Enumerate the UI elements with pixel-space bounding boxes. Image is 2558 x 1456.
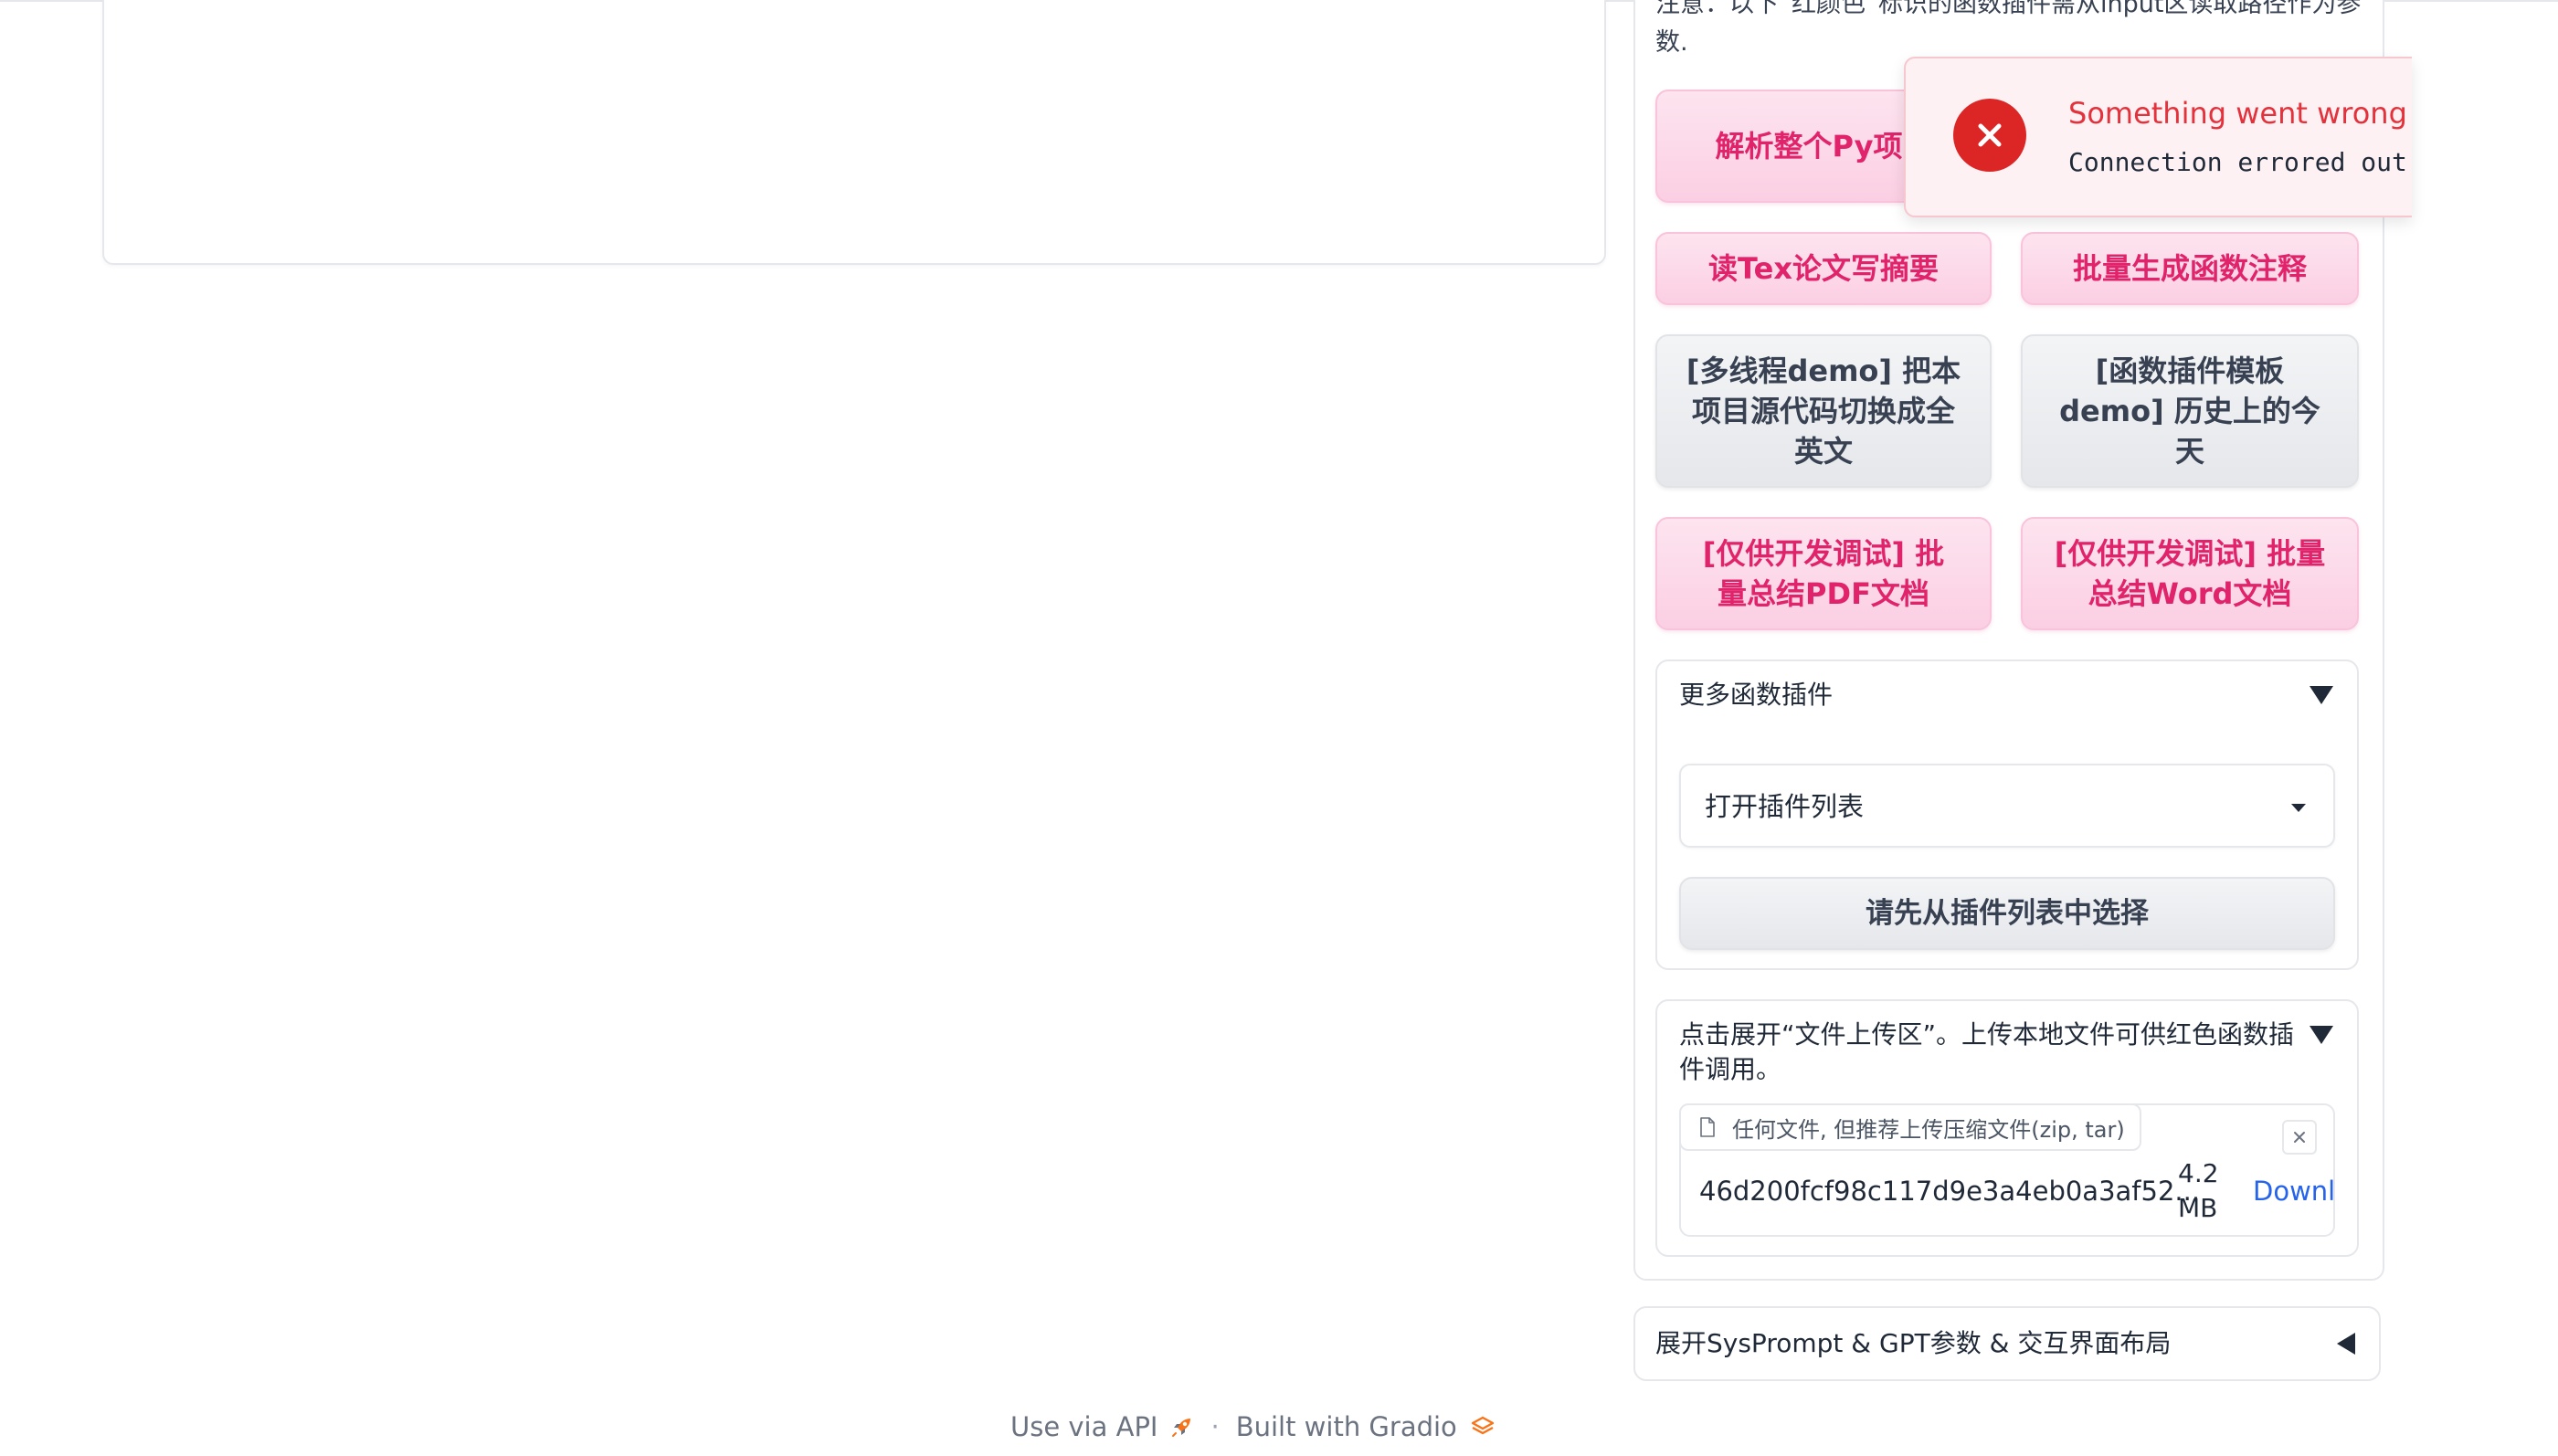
file-upload-label-text: 任何文件, 但推荐上传压缩文件(zip, tar): [1732, 1116, 2125, 1143]
download-link[interactable]: Download: [2253, 1175, 2333, 1208]
uploaded-file-name: 46d200fcf98c117d9e3a4eb0a3af52...: [1699, 1176, 2201, 1207]
footer: Use via API · Built with Gradio: [1010, 1409, 1496, 1445]
error-icon: [1953, 99, 2026, 172]
chevron-down-icon[interactable]: [2310, 686, 2333, 704]
toast-title: Something went wrong: [2068, 96, 2407, 131]
chatbot-panel: [102, 0, 1606, 265]
more-plugins-title[interactable]: 更多函数插件: [1679, 678, 1833, 712]
sysprompt-title[interactable]: 展开SysPrompt & GPT参数 & 交互界面布局: [1655, 1326, 2171, 1361]
dropdown-value: 打开插件列表: [1705, 791, 1865, 822]
template-demo-button[interactable]: [函数插件模板demo] 历史上的今天: [2021, 334, 2359, 488]
clear-file-button[interactable]: [2282, 1120, 2317, 1155]
close-icon: [2294, 1132, 2305, 1143]
pdf-summary-button[interactable]: [仅供开发调试] 批量总结PDF文档: [1655, 517, 1992, 630]
word-summary-button[interactable]: [仅供开发调试] 批量总结Word文档: [2021, 517, 2359, 630]
built-with-gradio-label: Built with Gradio: [1235, 1411, 1457, 1442]
select-plugin-button[interactable]: 请先从插件列表中选择: [1679, 877, 2335, 950]
caret-down-icon: [2291, 804, 2306, 812]
plugin-note: 注意：以下“红颜色”标识的函数插件需从input区读取路径作为参数.: [1655, 0, 2362, 57]
uploaded-file-size: 4.2 MB: [2178, 1158, 2219, 1223]
tex-abstract-button[interactable]: 读Tex论文写摘要: [1655, 232, 1992, 305]
batch-comments-button[interactable]: 批量生成函数注释: [2021, 232, 2359, 305]
file-icon: [1700, 1117, 1715, 1137]
use-via-api-label: Use via API: [1010, 1411, 1158, 1442]
footer-separator: ·: [1210, 1411, 1220, 1442]
plugin-dropdown[interactable]: 打开插件列表: [1679, 764, 2335, 848]
gradio-logo-icon: [1471, 1416, 1495, 1435]
rocket-icon: [1172, 1419, 1191, 1437]
use-via-api-link[interactable]: Use via API: [1010, 1409, 1194, 1445]
upload-title[interactable]: 点击展开“文件上传区”。上传本地文件可供红色函数插件调用。: [1679, 1018, 2310, 1087]
chevron-left-icon[interactable]: [2337, 1333, 2355, 1355]
error-toast: Something went wrong Connection errored …: [1904, 57, 2412, 217]
chevron-down-icon[interactable]: [2310, 1026, 2333, 1044]
toast-message: Connection errored out.: [2068, 147, 2412, 177]
built-with-gradio-link[interactable]: Built with Gradio: [1236, 1409, 1496, 1445]
file-upload-label: 任何文件, 但推荐上传压缩文件(zip, tar): [1679, 1103, 2141, 1151]
multithread-demo-button[interactable]: [多线程demo] 把本项目源代码切换成全英文: [1655, 334, 1992, 488]
